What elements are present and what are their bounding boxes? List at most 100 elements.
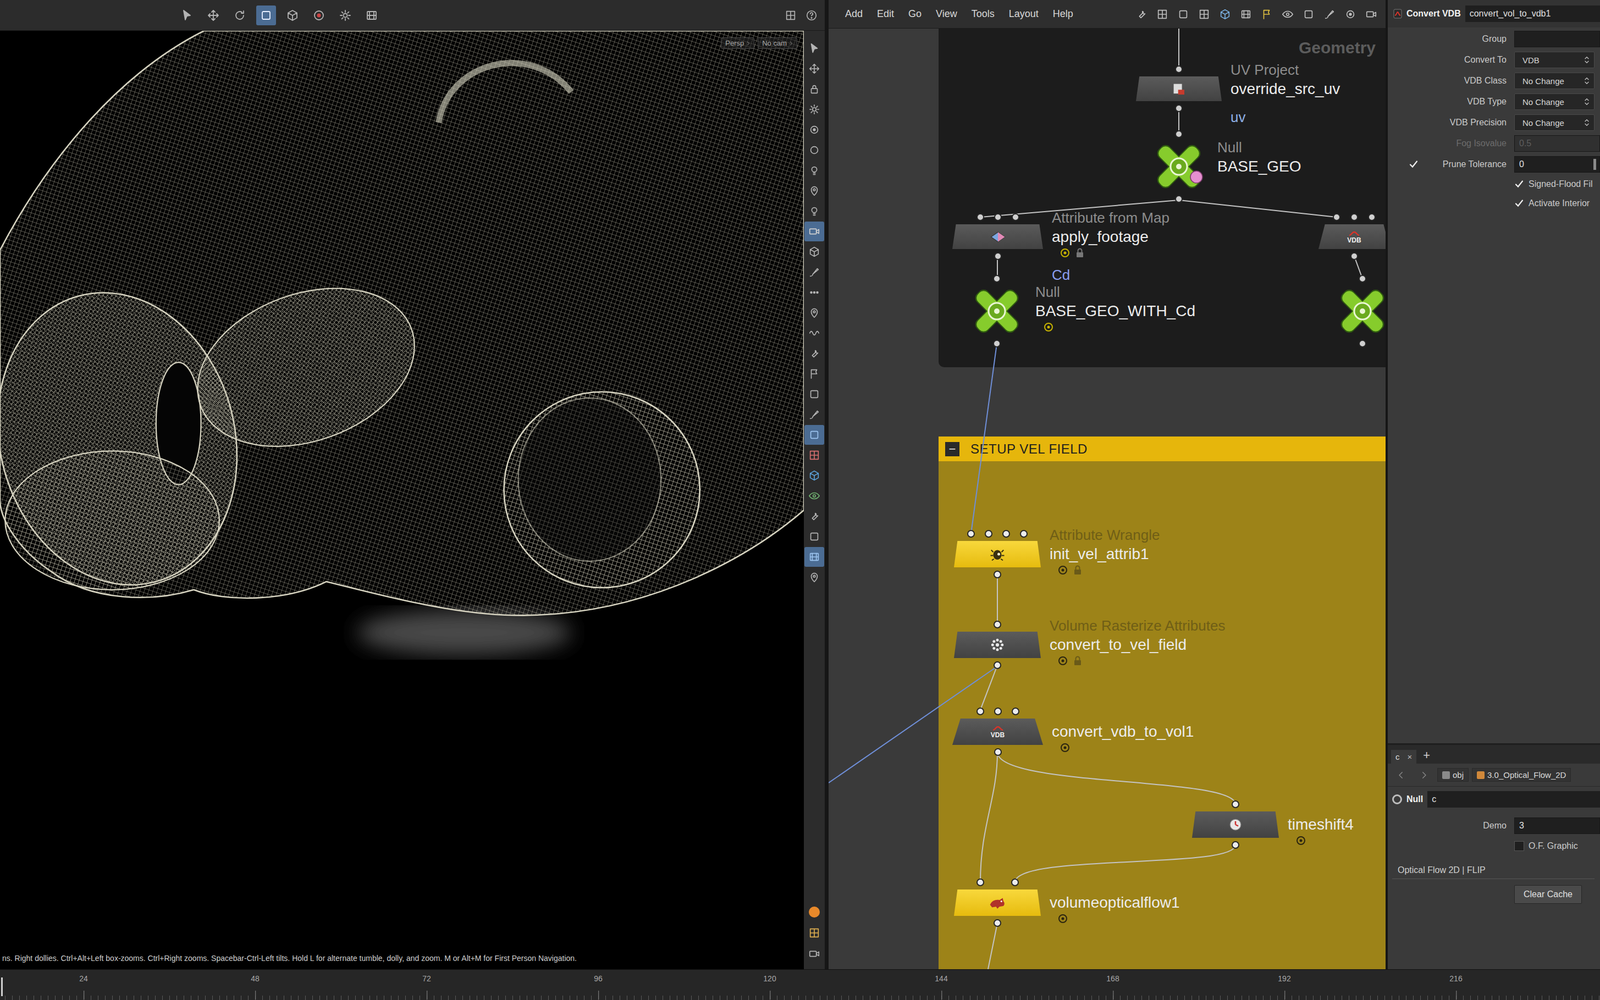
timeline[interactable]: 24487296120144168192216 — [0, 969, 1600, 1000]
node-name-label[interactable]: convert_to_vel_field — [1049, 635, 1226, 655]
collapse-button[interactable]: − — [945, 442, 960, 457]
viewport-tool-button[interactable] — [203, 5, 224, 26]
side-tool-button[interactable] — [804, 486, 825, 506]
input-connector[interactable] — [1174, 130, 1183, 139]
input-connector[interactable] — [976, 213, 985, 222]
side-tool-button[interactable] — [804, 323, 825, 344]
folder-tab[interactable]: Optical Flow 2D | FLIP — [1392, 865, 1595, 880]
param-field[interactable]: 0.5 — [1514, 135, 1600, 152]
viewport-tool-button[interactable] — [282, 5, 303, 26]
param-field[interactable] — [1514, 30, 1600, 48]
output-connector[interactable] — [1358, 339, 1367, 348]
output-connector[interactable] — [993, 661, 1002, 670]
side-tool-button[interactable] — [804, 99, 825, 120]
input-connector[interactable] — [1332, 213, 1341, 222]
checkbox[interactable] — [1514, 841, 1525, 852]
network-tool-button[interactable] — [1340, 4, 1361, 25]
param-menu[interactable]: VDB — [1514, 51, 1595, 69]
side-tool-button[interactable] — [804, 902, 825, 923]
info-badge-icon[interactable] — [1057, 913, 1069, 925]
network-node[interactable]: timeshift4 — [1192, 811, 1279, 838]
output-connector[interactable] — [993, 570, 1002, 579]
input-connector[interactable] — [1011, 213, 1020, 222]
camera-menu[interactable]: No cam — [757, 37, 798, 49]
input-connector[interactable] — [1367, 213, 1376, 222]
node-name-label[interactable]: override_src_uv — [1230, 79, 1340, 99]
network-node[interactable]: Attribute Wrangleinit_vel_attrib1 — [953, 541, 1041, 568]
output-connector[interactable] — [993, 919, 1002, 928]
info-badge-icon[interactable] — [1059, 247, 1071, 259]
viewport-tool-button[interactable] — [361, 5, 382, 26]
null-node-shape[interactable] — [1149, 136, 1209, 197]
checkbox[interactable] — [1408, 159, 1419, 170]
input-connector[interactable] — [967, 530, 975, 538]
output-connector[interactable] — [1174, 195, 1183, 203]
null-node-shape[interactable] — [1332, 281, 1386, 341]
side-tool-button[interactable] — [804, 445, 825, 466]
tab-close[interactable]: × — [1407, 752, 1413, 762]
input-connector[interactable] — [992, 274, 1001, 283]
side-tool-button[interactable] — [804, 526, 825, 547]
input-connector[interactable] — [976, 707, 985, 716]
node-name-label[interactable]: apply_footage — [1051, 227, 1170, 247]
param-menu[interactable]: No Change — [1514, 114, 1595, 131]
side-tool-button[interactable] — [804, 262, 825, 283]
input-connector[interactable] — [1174, 65, 1183, 74]
side-tool-button[interactable] — [804, 38, 825, 59]
network-node[interactable]: UV Projectoverride_src_uv — [1135, 76, 1222, 102]
side-tool-button[interactable] — [804, 944, 825, 964]
network-node[interactable]: VDB — [1318, 224, 1386, 250]
viewport-tool-button[interactable] — [335, 5, 356, 26]
network-node[interactable]: NullBASE_GEO_WITH_Cd — [967, 281, 1027, 341]
info-badge-icon[interactable] — [1043, 321, 1055, 333]
slider-handle[interactable] — [1593, 158, 1597, 170]
side-tool-button[interactable] — [804, 384, 825, 405]
side-tool-button[interactable] — [804, 160, 825, 181]
template-flag-icon[interactable] — [1190, 170, 1203, 184]
side-tool-button[interactable] — [804, 363, 825, 384]
viewport-tool-button[interactable] — [256, 5, 277, 26]
forward-button[interactable] — [1414, 765, 1434, 786]
toggle-cell[interactable]: Activate Interior — [1514, 198, 1600, 209]
network-node[interactable]: NullBASE_GEO — [1149, 136, 1209, 197]
param-menu[interactable]: No Change — [1514, 72, 1595, 90]
menu-item[interactable]: View — [934, 6, 959, 22]
network-node[interactable]: Attribute from Mapapply_footage — [952, 224, 1044, 250]
network-node[interactable]: VDBconvert_vdb_to_vol1 — [952, 718, 1044, 746]
side-tool-button[interactable] — [804, 282, 825, 303]
add-tab-button[interactable]: + — [1418, 748, 1435, 764]
lock-badge-icon[interactable] — [1072, 564, 1083, 576]
node-shape[interactable] — [952, 224, 1044, 250]
network-tool-button[interactable] — [1361, 4, 1382, 25]
node-name-label[interactable]: timeshift4 — [1287, 815, 1354, 835]
node-name-field[interactable]: c — [1427, 791, 1600, 808]
output-connector[interactable] — [1174, 104, 1183, 113]
side-tool-button[interactable] — [804, 425, 825, 445]
viewport-tool-button[interactable] — [309, 5, 329, 26]
input-connector[interactable] — [1358, 274, 1367, 283]
network-tool-button[interactable] — [1173, 4, 1194, 25]
pane-tab[interactable]: c× — [1391, 749, 1417, 764]
output-connector[interactable] — [992, 339, 1001, 348]
side-tool-button[interactable] — [804, 465, 825, 486]
input-connector[interactable] — [994, 707, 1002, 716]
path-crumb[interactable]: 3.0_Optical_Flow_2D — [1471, 768, 1571, 782]
output-connector[interactable] — [994, 252, 1002, 261]
info-badge-icon[interactable] — [1057, 564, 1069, 576]
network-tool-button[interactable] — [1236, 4, 1256, 25]
node-name-label[interactable]: volumeopticalflow1 — [1049, 893, 1180, 913]
toggle-cell[interactable]: Signed-Flood Fil — [1514, 179, 1600, 190]
side-tool-button[interactable] — [804, 180, 825, 201]
network-node[interactable]: Volume Rasterize Attributesconvert_to_ve… — [953, 631, 1041, 659]
param-field[interactable]: 0 — [1514, 156, 1600, 173]
side-tool-button[interactable] — [804, 79, 825, 99]
menu-item[interactable]: Help — [1051, 6, 1075, 22]
frame-marker[interactable] — [1, 977, 3, 997]
side-tool-button[interactable] — [804, 404, 825, 425]
network-tool-button[interactable] — [1298, 4, 1319, 25]
input-connector[interactable] — [984, 530, 993, 538]
input-connector[interactable] — [1002, 530, 1011, 538]
clear-cache-button[interactable]: Clear Cache — [1514, 885, 1582, 904]
menu-item[interactable]: Edit — [875, 6, 896, 22]
side-tool-button[interactable] — [804, 343, 825, 364]
